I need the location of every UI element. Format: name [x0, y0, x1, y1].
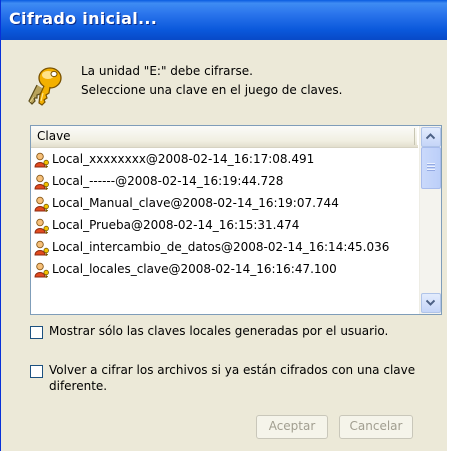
- column-header-label: Clave: [37, 129, 71, 143]
- accept-button[interactable]: Aceptar: [256, 415, 328, 439]
- window-title: Cifrado inicial...: [9, 9, 158, 28]
- chevron-down-icon: [426, 299, 435, 306]
- thumb-grip: [427, 166, 435, 168]
- reencrypt-label-line-2[interactable]: diferente.: [49, 378, 107, 394]
- key-list-item[interactable]: Local_------@2008-02-14_16:19:44.728: [34, 171, 418, 193]
- key-list-item-label: Local_------@2008-02-14_16:19:44.728: [52, 174, 284, 188]
- scroll-up-button[interactable]: [421, 127, 441, 147]
- reencrypt-checkbox[interactable]: [30, 365, 43, 378]
- key-listbox[interactable]: Clave Local_xxxxxxxx@2008-02-14_16:17:08…: [30, 125, 442, 315]
- key-list-item-label: Local_intercambio_de_datos@2008-02-14_16…: [52, 240, 390, 254]
- key-list-item[interactable]: Local_intercambio_de_datos@2008-02-14_16…: [34, 237, 418, 259]
- key-list-item[interactable]: Local_Manual_clave@2008-02-14_16:19:07.7…: [34, 193, 418, 215]
- key-list-item[interactable]: Local_locales_clave@2008-02-14_16:16:47.…: [34, 259, 418, 281]
- chevron-up-icon: [426, 133, 435, 140]
- instruction-message: La unidad "E:" debe cifrarse. Seleccione…: [81, 62, 342, 100]
- title-bar[interactable]: Cifrado inicial...: [1, 0, 448, 40]
- thumb-grip: [427, 169, 435, 171]
- key-list-item[interactable]: Local_Prueba@2008-02-14_16:15:31.474: [34, 215, 418, 237]
- scroll-down-button[interactable]: [421, 293, 441, 313]
- dialog-window: Cifrado inicial... La unidad "E:" debe c…: [0, 0, 448, 451]
- thumb-grip: [427, 163, 435, 165]
- key-list-item[interactable]: Local_xxxxxxxx@2008-02-14_16:17:08.491: [34, 149, 418, 171]
- column-separator[interactable]: [414, 128, 418, 145]
- message-line-1: La unidad "E:" debe cifrarse.: [81, 64, 253, 78]
- vertical-scrollbar[interactable]: [419, 126, 441, 314]
- key-list-item-label: Local_xxxxxxxx@2008-02-14_16:17:08.491: [52, 152, 315, 166]
- key-list-item-label: Local_Manual_clave@2008-02-14_16:19:07.7…: [52, 196, 339, 210]
- column-header-clave[interactable]: Clave: [31, 126, 418, 148]
- cancel-button[interactable]: Cancelar: [339, 415, 413, 439]
- key-icon: [28, 67, 62, 106]
- scroll-thumb[interactable]: [421, 147, 441, 189]
- key-list-item-label: Local_locales_clave@2008-02-14_16:16:47.…: [52, 262, 337, 276]
- message-line-2: Seleccione una clave en el juego de clav…: [81, 83, 343, 97]
- show-local-only-label[interactable]: Mostrar sólo las claves locales generada…: [49, 323, 388, 339]
- reencrypt-label-line-1[interactable]: Volver a cifrar los archivos si ya están…: [49, 362, 415, 378]
- show-local-only-checkbox[interactable]: [30, 326, 43, 339]
- key-list-item-label: Local_Prueba@2008-02-14_16:15:31.474: [52, 218, 300, 232]
